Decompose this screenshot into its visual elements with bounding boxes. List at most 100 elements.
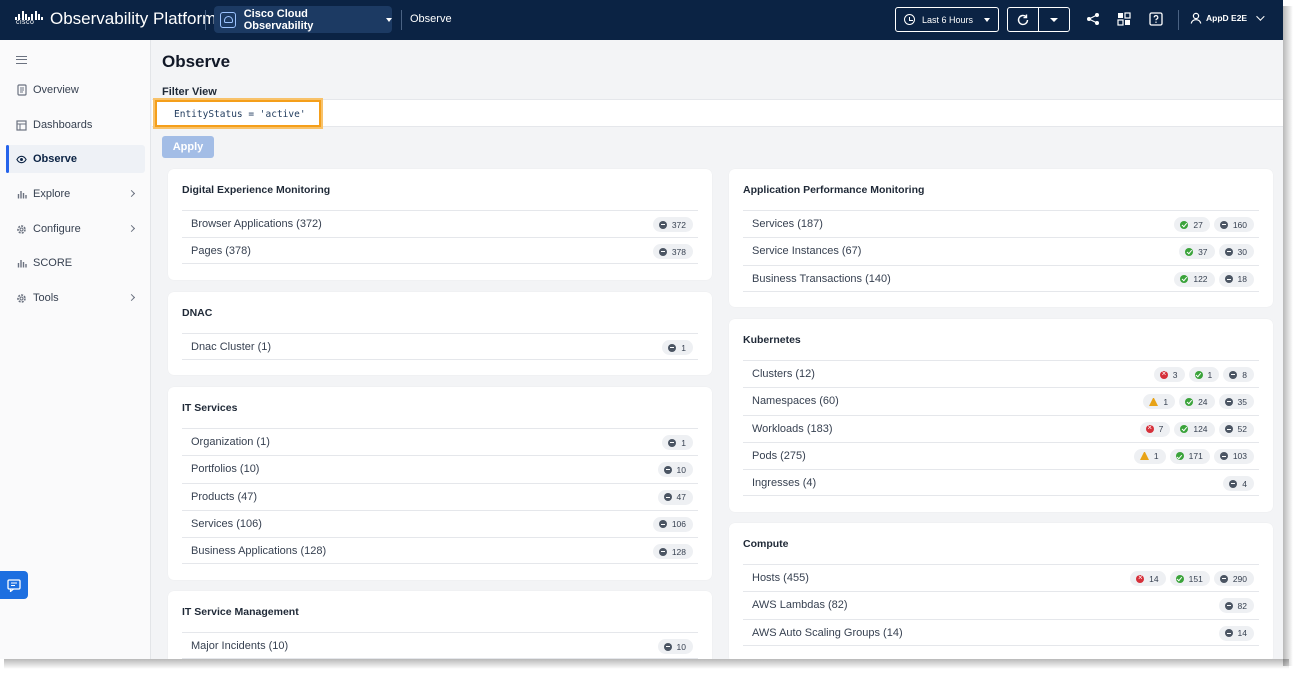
status-badge-warn[interactable]: 1 — [1133, 448, 1166, 464]
entity-row-label[interactable]: Workloads (183) — [752, 423, 833, 435]
status-badge-neutral[interactable]: 10 — [657, 462, 693, 478]
status-badge-err[interactable]: 7 — [1139, 421, 1171, 437]
status-badge-ok[interactable]: 24 — [1179, 394, 1215, 410]
user-menu[interactable]: AppD E2E — [1190, 12, 1265, 24]
share-button[interactable] — [1084, 10, 1102, 28]
badge-count: 106 — [671, 519, 686, 530]
status-badge-neutral[interactable]: 106 — [652, 516, 693, 532]
sidebar-item-observe[interactable]: Observe — [6, 145, 145, 173]
status-badge-neutral[interactable]: 8 — [1223, 367, 1254, 382]
entity-row-label[interactable]: Portfolios (10) — [191, 463, 259, 475]
entity-row-label[interactable]: Namespaces (60) — [752, 395, 839, 407]
entity-row[interactable]: Organization (1) 1 — [182, 428, 698, 455]
entity-row-label[interactable]: Dnac Cluster (1) — [191, 341, 271, 353]
time-range-selector[interactable]: Last 6 Hours — [895, 7, 999, 32]
entity-row-label[interactable]: Hosts (455) — [752, 572, 809, 584]
status-badge-ok[interactable]: 1 — [1188, 367, 1220, 382]
entity-row[interactable]: Pods (275) 1 171 103 — [743, 441, 1259, 469]
entity-row-label[interactable]: Pods (275) — [752, 450, 806, 462]
entity-row-label[interactable]: Services (106) — [191, 518, 262, 530]
sidebar-item-score[interactable]: SCORE — [6, 249, 145, 277]
entity-row[interactable]: Dnac Cluster (1) 1 — [182, 333, 698, 360]
status-badge-ok[interactable]: 37 — [1179, 244, 1215, 260]
entity-row[interactable]: Workloads (183) 7 124 52 — [743, 414, 1259, 442]
chevron-right-icon — [127, 224, 136, 233]
entity-row[interactable]: Clusters (12) 3 1 8 — [743, 360, 1259, 387]
status-badge-neutral[interactable]: 35 — [1218, 394, 1254, 410]
sidebar-item-overview[interactable]: Overview — [6, 76, 145, 104]
entity-row[interactable]: Major Incidents (10) 10 — [182, 632, 698, 659]
cloud-icon — [220, 11, 236, 28]
status-badge-ok[interactable]: 124 — [1174, 421, 1215, 437]
entity-row[interactable]: Browser Applications (372) 372 — [182, 210, 698, 237]
apps-button[interactable] — [1115, 10, 1133, 28]
entity-row-label[interactable]: Ingresses (4) — [752, 477, 816, 489]
status-badge-neutral[interactable]: 103 — [1213, 448, 1254, 464]
entity-row[interactable]: Services (187) 27 160 — [743, 210, 1259, 237]
status-badge-err[interactable]: 3 — [1153, 367, 1185, 382]
entity-row-label[interactable]: Products (47) — [191, 491, 257, 503]
refresh-button[interactable] — [1008, 8, 1038, 31]
status-badge-neutral[interactable]: 82 — [1218, 598, 1254, 614]
status-badges: 37 30 — [1179, 244, 1254, 260]
status-badge-neutral[interactable]: 4 — [1223, 476, 1254, 492]
entity-row[interactable]: Products (47) 47 — [182, 482, 698, 510]
status-badge-warn[interactable]: 1 — [1143, 394, 1176, 410]
entity-row[interactable]: Pages (378) 378 — [182, 237, 698, 265]
entity-row-label[interactable]: Browser Applications (372) — [191, 218, 322, 230]
status-badge-ok[interactable]: 27 — [1174, 217, 1210, 232]
platform-title[interactable]: Observability Platform — [50, 9, 216, 29]
entity-row-label[interactable]: Business Applications (128) — [191, 545, 326, 557]
status-badge-neutral[interactable]: 10 — [657, 639, 693, 654]
entity-row[interactable]: Business Transactions (140) 122 18 — [743, 264, 1259, 292]
status-badge-neutral[interactable]: 378 — [652, 244, 693, 260]
entity-row-label[interactable]: Organization (1) — [191, 436, 270, 448]
entity-row[interactable]: Hosts (455) 14 151 290 — [743, 564, 1259, 591]
menu-collapse-icon[interactable] — [16, 56, 27, 64]
entity-row[interactable]: Business Applications (128) 128 — [182, 537, 698, 565]
status-badge-neutral[interactable]: 14 — [1218, 625, 1254, 641]
entity-row-label[interactable]: Business Transactions (140) — [752, 273, 891, 285]
entity-row[interactable]: Services (106) 106 — [182, 509, 698, 537]
tenant-selector[interactable]: Cisco Cloud Observability — [214, 6, 392, 33]
help-button[interactable] — [1147, 10, 1165, 28]
caret-down-icon — [386, 17, 392, 22]
entity-row[interactable]: AWS Lambdas (82) 82 — [743, 591, 1259, 618]
entity-row[interactable]: AWS Auto Scaling Groups (14) 14 — [743, 618, 1259, 646]
status-badge-neutral[interactable]: 52 — [1218, 421, 1254, 437]
apply-button[interactable]: Apply — [162, 136, 214, 158]
status-badge-ok[interactable]: 151 — [1169, 571, 1210, 586]
status-badge-neutral[interactable]: 30 — [1218, 244, 1254, 260]
filter-query-input[interactable]: EntityStatus = 'active' — [155, 100, 321, 127]
feedback-button[interactable] — [0, 571, 28, 599]
entity-row-label[interactable]: Major Incidents (10) — [191, 640, 288, 652]
status-badge-neutral[interactable]: 18 — [1218, 271, 1254, 287]
status-badge-neutral[interactable]: 290 — [1213, 571, 1254, 586]
entity-row-label[interactable]: Pages (378) — [191, 245, 251, 257]
status-badge-neutral[interactable]: 128 — [652, 544, 693, 560]
sidebar-item-dashboards[interactable]: Dashboards — [6, 111, 145, 139]
entity-row-label[interactable]: AWS Auto Scaling Groups (14) — [752, 627, 903, 639]
sidebar-item-explore[interactable]: Explore — [6, 180, 145, 208]
sidebar-item-configure[interactable]: Configure — [6, 215, 145, 243]
status-badge-neutral[interactable]: 1 — [662, 435, 693, 450]
status-badge-neutral[interactable]: 47 — [657, 489, 693, 505]
status-badge-neutral[interactable]: 1 — [662, 340, 693, 355]
status-badge-ok[interactable]: 122 — [1174, 271, 1215, 287]
entity-row[interactable]: Namespaces (60) 1 24 35 — [743, 387, 1259, 414]
entity-row[interactable]: Portfolios (10) 10 — [182, 455, 698, 482]
entity-row-label[interactable]: Service Instances (67) — [752, 245, 861, 257]
entity-row-label[interactable]: Services (187) — [752, 218, 823, 230]
sidebar-item-tools[interactable]: Tools — [6, 284, 145, 312]
status-badge-ok[interactable]: 171 — [1169, 448, 1210, 464]
entity-card: Application Performance Monitoring Servic… — [729, 169, 1273, 307]
status-badge-err[interactable]: 14 — [1130, 571, 1166, 586]
refresh-options-button[interactable] — [1038, 8, 1069, 31]
status-badge-neutral[interactable]: 160 — [1213, 217, 1254, 232]
entity-row-label[interactable]: AWS Lambdas (82) — [752, 599, 848, 611]
entity-row[interactable]: Service Instances (67) 37 30 — [743, 237, 1259, 264]
status-badge-neutral[interactable]: 372 — [652, 217, 693, 232]
caret-down-icon — [984, 17, 991, 22]
entity-row[interactable]: Ingresses (4) 4 — [743, 469, 1259, 497]
entity-row-label[interactable]: Clusters (12) — [752, 368, 815, 380]
